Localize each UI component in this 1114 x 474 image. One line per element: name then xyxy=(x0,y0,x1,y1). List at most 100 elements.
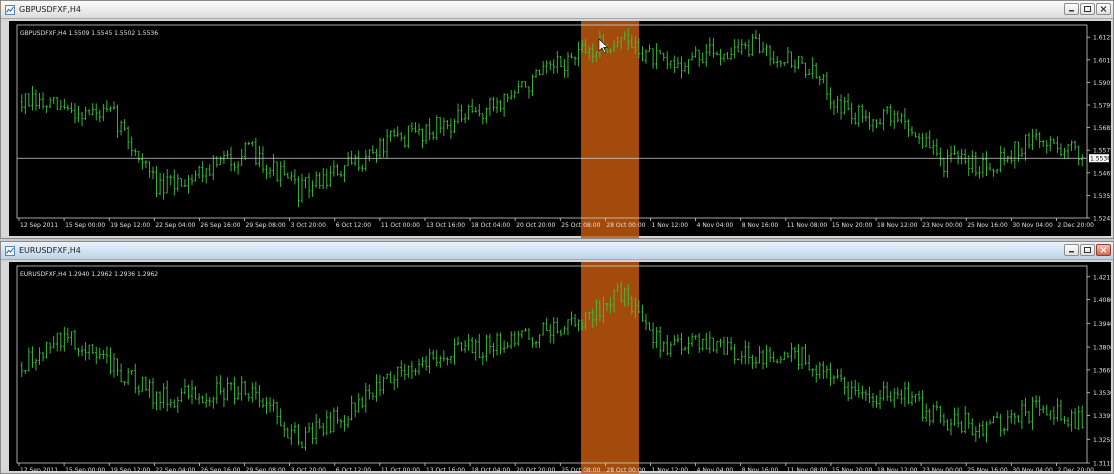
ohlc-bar xyxy=(116,358,119,376)
ohlc-bar xyxy=(84,106,87,121)
ohlc-bar xyxy=(779,60,782,68)
ohlc-bar xyxy=(275,161,279,182)
date-label: 20 Oct 20:00 xyxy=(516,222,555,229)
ohlc-bar xyxy=(900,389,903,404)
window-titlebar[interactable]: EURUSDFXF,H4 xyxy=(1,242,1113,260)
ohlc-bar xyxy=(275,401,279,425)
highlight-band xyxy=(581,262,639,473)
chart-window-eurusd[interactable]: EURUSDFXF,H4 1.4215 1.4080 1.3940 1.3800 1.3… xyxy=(0,241,1114,474)
ohlc-bar xyxy=(77,105,80,123)
ohlc-bar xyxy=(20,361,23,377)
ohlc-bar xyxy=(244,141,247,161)
maximize-button[interactable] xyxy=(1080,3,1095,15)
ohlc-bar xyxy=(27,93,31,107)
ohlc-bar xyxy=(669,341,673,357)
ohlc-bar xyxy=(556,50,559,74)
chart-area[interactable]: 1.4215 1.4080 1.3940 1.3800 1.3665 1.3530 1.33… xyxy=(9,262,1111,473)
ohlc-bar xyxy=(719,338,722,348)
date-label: 3 Oct 20:00 xyxy=(291,222,326,229)
ohlc-bar xyxy=(804,62,807,78)
maximize-button[interactable] xyxy=(1080,244,1095,256)
ohlc-bar xyxy=(130,369,133,376)
ohlc-bar xyxy=(1003,147,1006,166)
ohlc-bar xyxy=(761,349,765,370)
ohlc-bar xyxy=(56,333,59,352)
ohlc-bar xyxy=(559,55,563,68)
ohlc-bar xyxy=(481,113,485,125)
ohlc-bar xyxy=(570,311,573,326)
ohlc-bar xyxy=(963,405,967,434)
ohlc-bar xyxy=(985,151,988,177)
ohlc-bar xyxy=(680,56,683,79)
ohlc-bar xyxy=(208,396,211,407)
chart-window-icon xyxy=(5,246,15,256)
ohlc-bar xyxy=(694,46,697,58)
ohlc-bar xyxy=(87,344,91,360)
ohlc-bar xyxy=(832,99,836,116)
ohlc-bar xyxy=(325,410,328,436)
ohlc-bar xyxy=(1077,405,1080,430)
ohlc-bar xyxy=(705,332,708,350)
window-titlebar[interactable]: GBPUSDFXF,H4 xyxy=(1,1,1113,19)
ohlc-bar xyxy=(66,327,70,343)
ohlc-bar xyxy=(371,392,375,400)
ohlc-bar xyxy=(680,332,683,355)
ohlc-bar xyxy=(392,128,396,138)
ohlc-bar xyxy=(971,150,974,174)
ohlc-bar xyxy=(45,105,48,113)
ohlc-bar xyxy=(286,172,289,179)
ohlc-bar xyxy=(541,61,545,75)
ohlc-bar xyxy=(1006,410,1009,432)
ohlc-bar xyxy=(772,51,775,65)
price-level-label: 1.5355 xyxy=(1093,193,1111,200)
ohlc-bar xyxy=(846,93,850,111)
minimize-button[interactable] xyxy=(1064,244,1079,256)
ohlc-bar xyxy=(992,168,995,177)
ohlc-bar xyxy=(1052,406,1056,425)
highlight-band xyxy=(581,21,639,238)
ohlc-bar xyxy=(322,422,325,437)
ohlc-bar xyxy=(1031,128,1034,150)
ohlc-bar xyxy=(839,368,843,382)
chart-window-gbpusd[interactable]: GBPUSDFXF,H4 1.6125 1.6015 1.5905 1.5795 1.5… xyxy=(0,0,1114,239)
ohlc-bar xyxy=(119,120,123,136)
ohlc-bar xyxy=(59,99,62,110)
ohlc-bar xyxy=(41,92,45,110)
ohlc-bar xyxy=(1010,150,1013,164)
ohlc-bar xyxy=(400,360,403,377)
ohlc-bar xyxy=(517,80,520,94)
ohlc-bar xyxy=(325,168,328,189)
ohlc-bar xyxy=(361,164,364,172)
ohlc-bar xyxy=(517,330,520,346)
close-button[interactable] xyxy=(1096,244,1111,256)
ohlc-bar xyxy=(59,332,62,352)
ohlc-bar xyxy=(765,43,768,57)
date-label: 25 Oct 08:00 xyxy=(561,467,600,473)
date-label: 3 Oct 20:00 xyxy=(291,467,326,473)
ohlc-bar xyxy=(428,118,431,141)
ohlc-bar xyxy=(173,399,176,409)
ohlc-bar xyxy=(534,340,538,348)
ohlc-bar xyxy=(322,167,325,190)
ohlc-bar xyxy=(825,365,829,379)
date-label: 1 Nov 12:00 xyxy=(651,467,688,473)
price-level-label: 1.3395 xyxy=(1093,413,1111,420)
ohlc-bar xyxy=(350,150,353,165)
ohlc-bar xyxy=(903,381,907,407)
ohlc-bar xyxy=(946,419,949,431)
ohlc-bar xyxy=(697,333,701,353)
ohlc-bar xyxy=(201,161,204,183)
chart-area[interactable]: 1.6125 1.6015 1.5905 1.5795 1.5685 1.5575 1.54… xyxy=(9,21,1111,238)
close-button[interactable] xyxy=(1096,3,1111,15)
ohlc-bar xyxy=(382,138,385,158)
minimize-button[interactable] xyxy=(1064,3,1079,15)
ohlc-bar xyxy=(882,381,885,401)
ohlc-bar xyxy=(800,56,804,65)
ohlc-bar xyxy=(126,367,130,385)
ohlc-bar xyxy=(251,141,254,147)
ohlc-bar xyxy=(368,149,371,162)
ohlc-bar xyxy=(524,81,527,88)
ohlc-bar xyxy=(364,382,367,413)
ohlc-bar xyxy=(162,383,165,409)
ohlc-bar xyxy=(524,328,527,332)
